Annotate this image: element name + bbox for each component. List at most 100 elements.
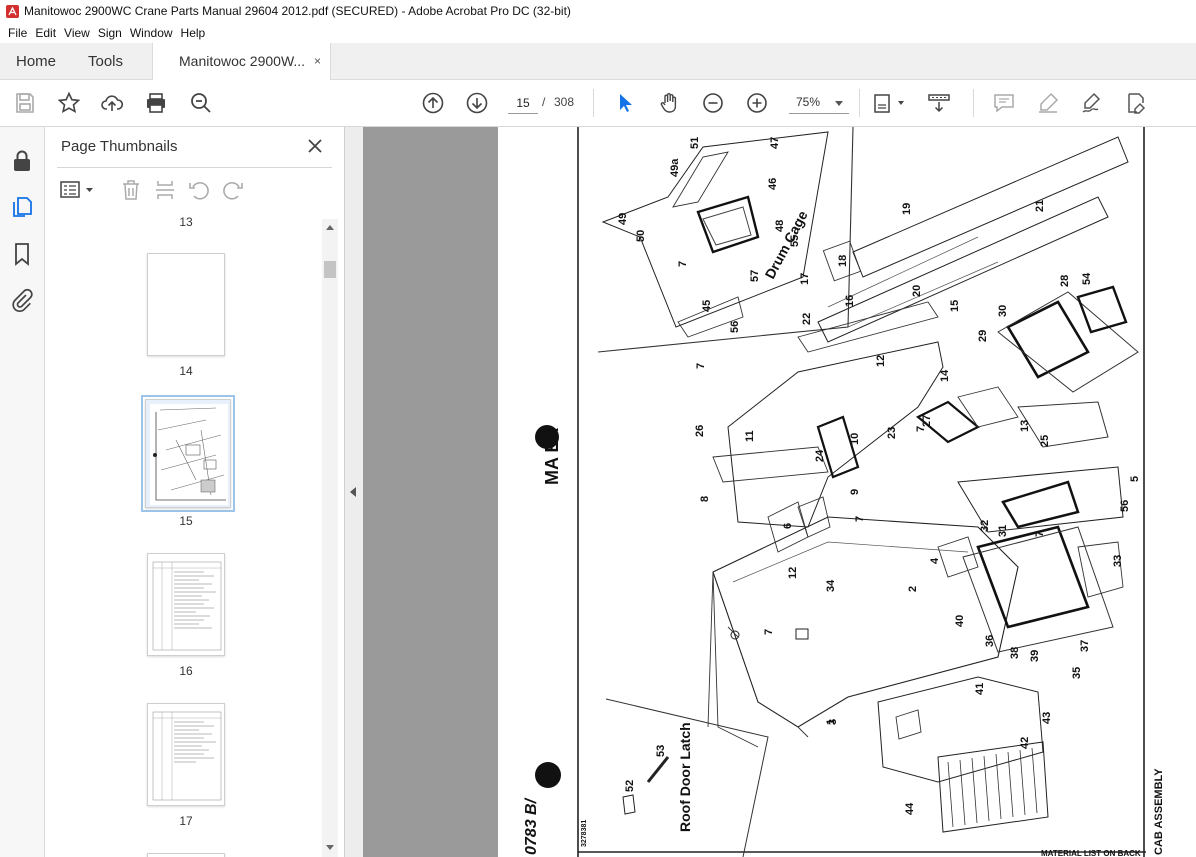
thumbnail-parts-list-preview	[152, 711, 222, 801]
previous-page-icon[interactable]	[421, 91, 445, 115]
menu-file[interactable]: File	[4, 26, 31, 40]
next-page-icon[interactable]	[465, 91, 489, 115]
attachments-paperclip-icon[interactable]	[9, 287, 35, 313]
part-number-callout: 50	[635, 230, 647, 242]
hand-pan-icon[interactable]	[657, 91, 681, 115]
page-separator: /	[542, 95, 546, 109]
part-number-callout: 38	[1009, 647, 1021, 659]
draw-sign-icon[interactable]	[1080, 91, 1104, 115]
menu-window[interactable]: Window	[126, 26, 177, 40]
toolbar-divider	[859, 89, 860, 117]
pdf-page: 51 49a 47 46 49 50 48 55 7 18 17 19 21 16 20 15 22 45 57 56…	[498, 127, 1196, 857]
thumbnail-label: 16	[179, 664, 193, 678]
zoom-search-icon[interactable]	[189, 91, 213, 115]
window-title: Manitowoc 2900WC Crane Parts Manual 2960…	[24, 4, 571, 18]
tab-tools[interactable]: Tools	[88, 43, 123, 80]
tab-home[interactable]: Home	[16, 43, 56, 80]
thumbnail-label: 13	[179, 215, 193, 229]
material-list-label: MATERIAL LIST ON BACK	[1041, 849, 1141, 857]
thumbnail-page-15[interactable]	[141, 395, 235, 512]
part-number-callout: 12	[875, 355, 887, 367]
thumbnail-parts-list-preview	[152, 561, 222, 651]
part-number-callout: 7	[677, 261, 689, 267]
part-number-callout: 43	[1041, 712, 1053, 724]
panel-title: Page Thumbnails	[61, 138, 178, 155]
page-fit-icon[interactable]	[873, 91, 907, 115]
part-number-callout: 31	[997, 525, 1009, 537]
thumbnail-options-icon[interactable]	[59, 178, 95, 202]
lock-security-icon[interactable]	[9, 148, 35, 174]
part-number-callout: 2	[907, 586, 919, 592]
scroll-up-icon[interactable]	[326, 225, 334, 230]
rotate-counterclockwise-icon[interactable]	[187, 178, 211, 202]
part-number-callout: 39	[1029, 650, 1041, 662]
thumbnail-label: 14	[179, 364, 193, 378]
part-number-callout: 15	[949, 300, 961, 312]
part-number-callout: 19	[901, 203, 913, 215]
acrobat-app-icon	[6, 4, 19, 18]
drum-cage-label: Drum Cage	[762, 208, 811, 282]
part-number-callout: 26	[694, 425, 706, 437]
fill-sign-icon[interactable]	[1124, 91, 1148, 115]
select-cursor-icon[interactable]	[613, 91, 637, 115]
extract-pages-icon[interactable]	[153, 178, 177, 202]
part-number-callout: 35	[1071, 667, 1083, 679]
thumbnail-page-16[interactable]	[147, 553, 225, 656]
page-thumbnails-panel: Page Thumbnails 13 14 15 16 17	[45, 127, 345, 857]
bookmark-star-icon[interactable]	[57, 91, 81, 115]
zoom-level-dropdown[interactable]: 75%	[789, 92, 849, 114]
zoom-in-icon[interactable]	[745, 91, 769, 115]
part-number-callout: 23	[886, 427, 898, 439]
highlight-pen-icon[interactable]	[1036, 91, 1060, 115]
scrolling-mode-icon[interactable]	[927, 91, 951, 115]
menu-help[interactable]: Help	[177, 26, 210, 40]
part-number-callout: 18	[837, 255, 849, 267]
part-number-callout: 21	[1034, 200, 1046, 212]
toolbar-divider	[973, 89, 974, 117]
zoom-out-icon[interactable]	[701, 91, 725, 115]
thumbnail-page-14[interactable]	[147, 253, 225, 356]
upload-cloud-icon[interactable]	[100, 91, 124, 115]
part-number-callout: 7	[1034, 531, 1046, 537]
part-number-callout: 45	[701, 300, 713, 312]
zoom-value: 75%	[796, 95, 821, 109]
save-icon[interactable]	[13, 91, 37, 115]
scroll-down-icon[interactable]	[326, 845, 334, 850]
thumbnail-drawing-preview	[150, 404, 228, 505]
thumbnail-page-17[interactable]	[147, 703, 225, 806]
comment-icon[interactable]	[992, 91, 1016, 115]
roof-door-latch-label: Roof Door Latch	[677, 722, 693, 832]
serial-number-label: 3278381	[581, 820, 588, 847]
thumbnail-page-18[interactable]	[147, 853, 225, 857]
part-number-callout: 9	[849, 489, 861, 495]
close-panel-icon[interactable]	[305, 136, 325, 156]
delete-page-icon[interactable]	[119, 178, 143, 202]
page-thumbnails-icon[interactable]	[9, 194, 35, 220]
toolbar-divider	[593, 89, 594, 117]
part-number-callout: 49	[617, 213, 629, 225]
panel-divider	[57, 167, 332, 168]
thumbnail-scrollbar[interactable]	[322, 219, 338, 857]
collapse-panel-arrow-icon[interactable]	[350, 487, 356, 497]
menu-view[interactable]: View	[60, 26, 94, 40]
close-tab-icon[interactable]: ×	[314, 55, 321, 67]
print-icon[interactable]	[144, 91, 168, 115]
tab-document[interactable]: Manitowoc 2900W... ×	[152, 43, 331, 80]
part-number-callout: 11	[744, 430, 756, 442]
rotate-clockwise-icon[interactable]	[221, 178, 245, 202]
part-number-callout: 16	[844, 295, 856, 307]
page-number-input[interactable]	[508, 92, 538, 114]
part-number-callout: 24	[814, 449, 826, 462]
menu-sign[interactable]: Sign	[94, 26, 126, 40]
bookmarks-icon[interactable]	[9, 241, 35, 267]
menu-edit[interactable]: Edit	[31, 26, 60, 40]
scroll-thumb[interactable]	[324, 261, 336, 278]
part-number-callout: 36	[984, 635, 996, 647]
part-number-callout: 49a	[669, 158, 681, 177]
part-number-callout: 57	[749, 270, 761, 282]
part-number-callout: 46	[767, 178, 779, 190]
document-view[interactable]: 51 49a 47 46 49 50 48 55 7 18 17 19 21 16 20 15 22 45 57 56…	[363, 127, 1196, 857]
panel-splitter[interactable]	[345, 127, 363, 857]
part-number-callout: 14	[939, 369, 951, 382]
part-number-callout: 20	[911, 285, 923, 297]
